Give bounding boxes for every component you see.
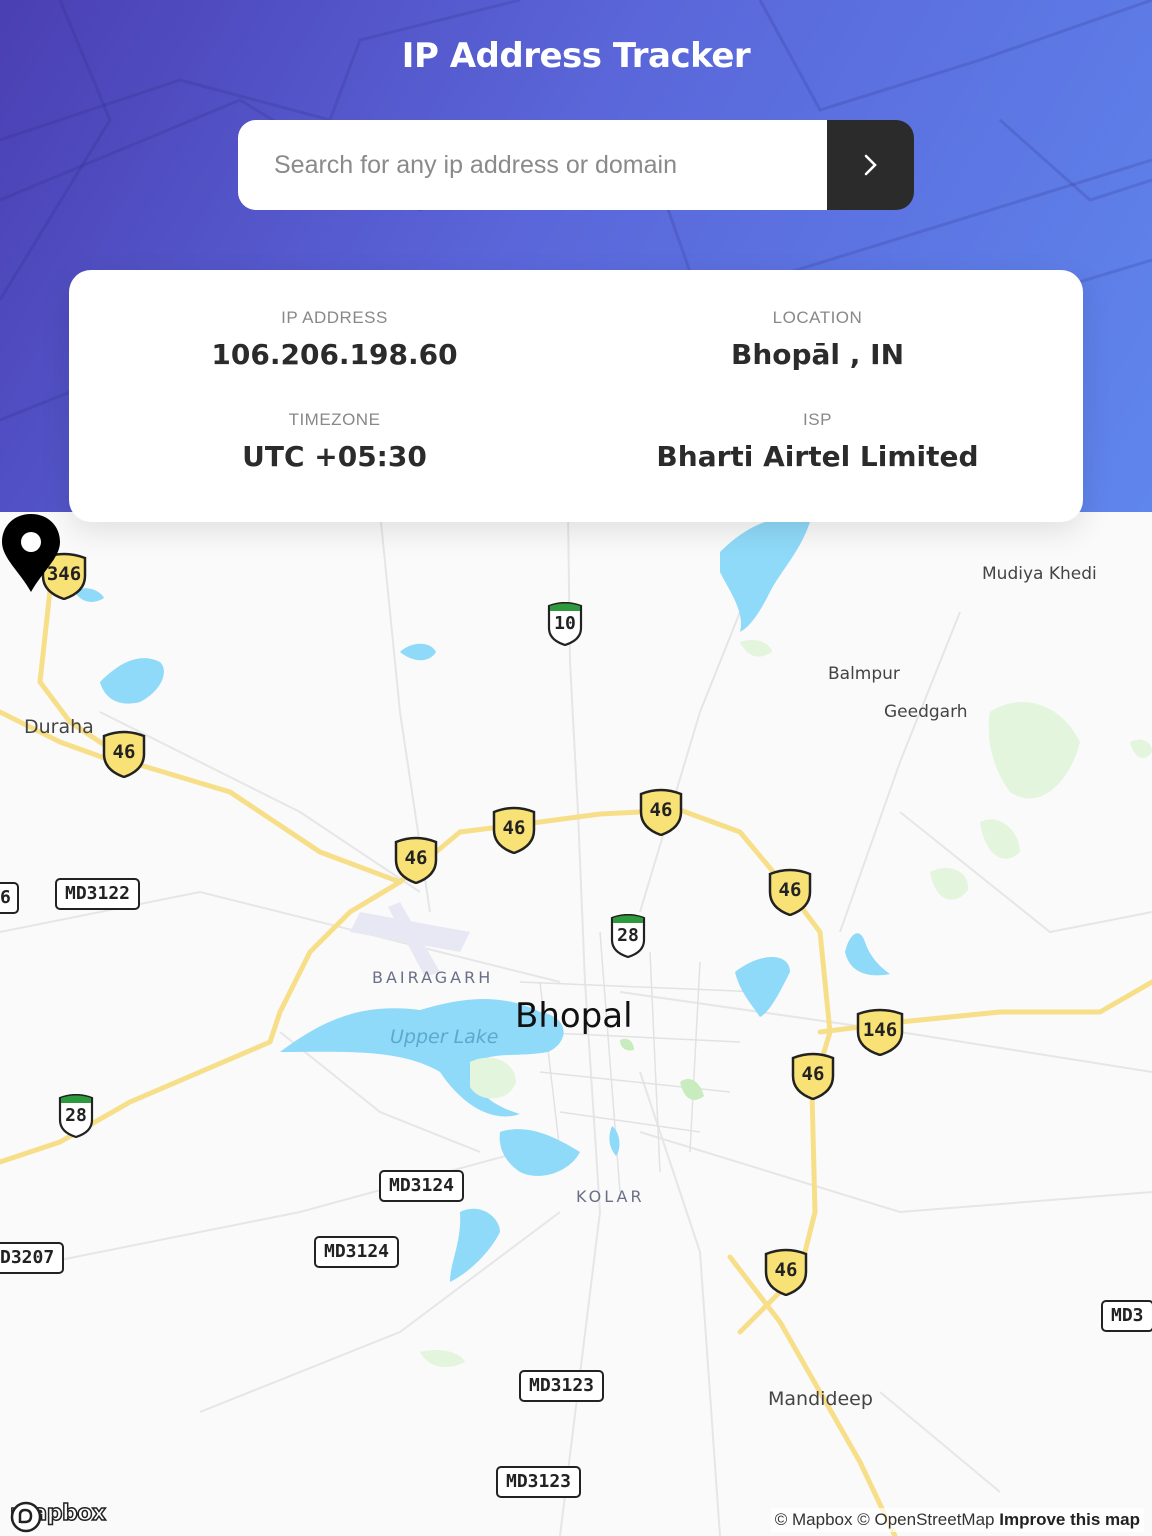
- search-submit-button[interactable]: [827, 120, 914, 210]
- district-label-kolar: KOLAR: [576, 1187, 645, 1206]
- improve-map-link[interactable]: Improve this map: [999, 1510, 1140, 1529]
- lake-label-upper-lake: Upper Lake: [390, 1026, 499, 1048]
- ip-address-value: 106.206.198.60: [211, 338, 458, 371]
- road-label: MD3122: [55, 878, 141, 910]
- osm-attribution-link[interactable]: © OpenStreetMap: [857, 1510, 994, 1529]
- chevron-right-icon: [864, 154, 877, 176]
- mapbox-attribution-link[interactable]: © Mapbox: [775, 1510, 853, 1529]
- search-input[interactable]: [238, 120, 827, 210]
- town-label-mudiya-khedi: Mudiya Khedi: [982, 564, 1097, 584]
- location-block: LOCATION Bhopāl , IN: [564, 308, 1071, 371]
- nh-shield: 28: [58, 1094, 94, 1138]
- road-label: MD3: [1101, 1300, 1152, 1332]
- district-label-bairagarh: BAIRAGARH: [372, 968, 494, 987]
- location-label: LOCATION: [772, 308, 863, 327]
- mapbox-logo-icon: [10, 1501, 42, 1533]
- isp-block: ISP Bharti Airtel Limited: [564, 410, 1071, 473]
- highway-shield: 46: [639, 788, 683, 836]
- road-label: 6: [0, 882, 19, 914]
- ip-address-label: IP ADDRESS: [281, 308, 388, 327]
- road-label: MD3124: [379, 1170, 465, 1202]
- road-label: D3207: [0, 1242, 65, 1274]
- ip-address-block: IP ADDRESS 106.206.198.60: [81, 308, 588, 371]
- highway-shield: 46: [102, 730, 146, 778]
- highway-shield: 46: [394, 836, 438, 884]
- highway-shield: 46: [492, 806, 536, 854]
- nh-shield: 28: [610, 914, 646, 958]
- road-label: MD3123: [496, 1466, 582, 1498]
- location-pin-icon[interactable]: [0, 512, 62, 594]
- search-form: [238, 120, 914, 210]
- road-label: MD3123: [519, 1370, 605, 1402]
- location-value: Bhopāl , IN: [730, 338, 905, 371]
- isp-value: Bharti Airtel Limited: [656, 440, 979, 473]
- isp-label: ISP: [803, 410, 832, 429]
- town-label-geedgarh: Geedgarh: [884, 702, 968, 722]
- highway-shield: 46: [768, 868, 812, 916]
- nh-shield: 10: [547, 602, 583, 646]
- map-canvas[interactable]: Mudiya Khedi Balmpur Geedgarh Duraha Man…: [0, 512, 1152, 1536]
- mapbox-logo[interactable]: mapbox: [9, 1500, 107, 1533]
- timezone-value: UTC +05:30: [242, 440, 427, 473]
- highway-shield: 46: [764, 1248, 808, 1296]
- highway-shield: 46: [791, 1052, 835, 1100]
- town-label-duraha: Duraha: [24, 716, 94, 738]
- town-label-mandideep: Mandideep: [768, 1388, 873, 1410]
- timezone-block: TIMEZONE UTC +05:30: [81, 410, 588, 473]
- town-label-balmpur: Balmpur: [828, 664, 900, 684]
- timezone-label: TIMEZONE: [288, 410, 381, 429]
- road-label: MD3124: [314, 1236, 400, 1268]
- city-label: Bhopal: [515, 996, 633, 1036]
- highway-shield: 146: [856, 1008, 904, 1056]
- map-attribution: © Mapbox © OpenStreetMap Improve this ma…: [770, 1508, 1144, 1532]
- page-title: IP Address Tracker: [401, 36, 751, 76]
- ip-info-card: IP ADDRESS 106.206.198.60 LOCATION Bhopā…: [69, 270, 1083, 522]
